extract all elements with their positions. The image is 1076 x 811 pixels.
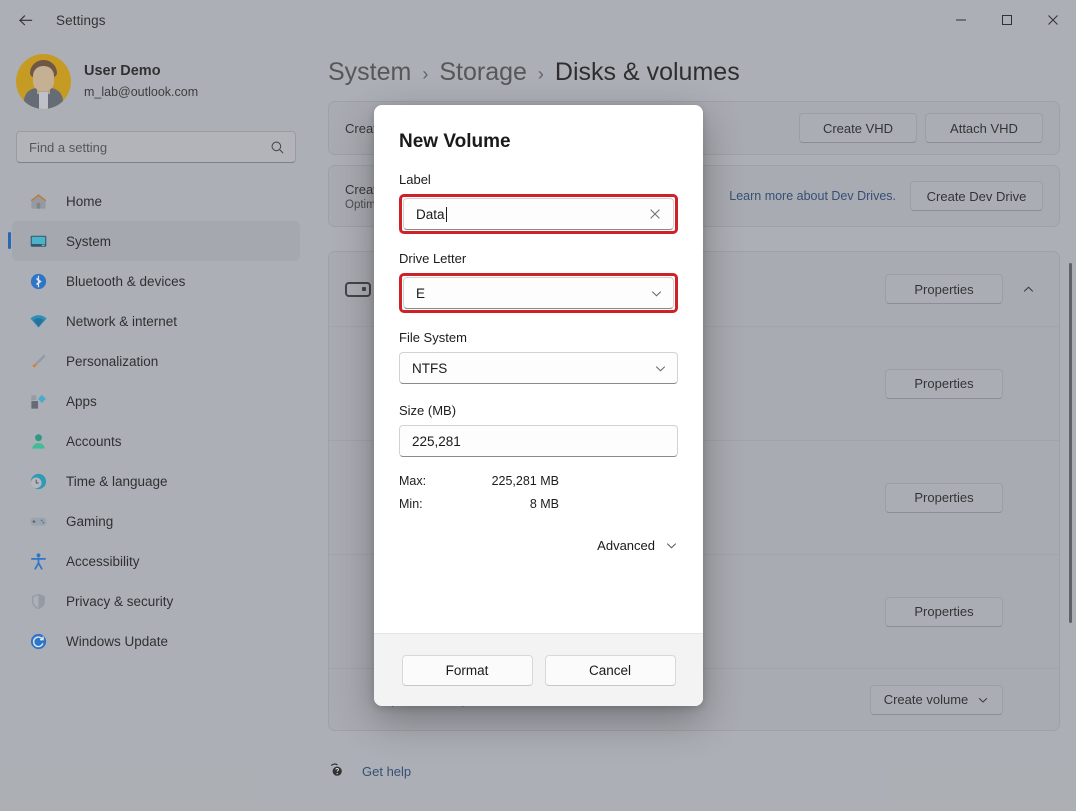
file-system-label: File System bbox=[399, 330, 678, 345]
drive-letter-label: Drive Letter bbox=[399, 251, 678, 266]
max-value: 225,281 MB bbox=[453, 474, 559, 488]
drive-letter-value: E bbox=[416, 286, 650, 301]
min-value: 8 MB bbox=[453, 497, 559, 511]
drive-letter-highlight: E bbox=[399, 273, 678, 313]
file-system-value: NTFS bbox=[412, 361, 654, 376]
file-system-wrap: NTFS bbox=[399, 352, 678, 384]
file-system-field-group: File System NTFS bbox=[399, 330, 678, 384]
label-field-group: Label Data bbox=[399, 172, 678, 234]
format-button[interactable]: Format bbox=[402, 655, 533, 686]
chevron-down-icon bbox=[665, 539, 678, 552]
size-value: 225,281 bbox=[412, 434, 667, 449]
label-field-label: Label bbox=[399, 172, 678, 187]
size-input[interactable]: 225,281 bbox=[399, 425, 678, 457]
chevron-down-icon bbox=[654, 362, 667, 375]
size-limits: Max: 225,281 MB Min: 8 MB bbox=[399, 474, 678, 511]
drive-letter-select[interactable]: E bbox=[403, 277, 674, 309]
dialog-footer: Format Cancel bbox=[374, 633, 703, 706]
advanced-label: Advanced bbox=[597, 538, 655, 553]
chevron-down-icon bbox=[650, 287, 663, 300]
max-key: Max: bbox=[399, 474, 453, 488]
file-system-select[interactable]: NTFS bbox=[399, 352, 678, 384]
size-wrap: 225,281 bbox=[399, 425, 678, 457]
size-label: Size (MB) bbox=[399, 403, 678, 418]
new-volume-dialog: New Volume Label Data Drive Letter bbox=[374, 105, 703, 706]
close-icon[interactable] bbox=[647, 206, 663, 222]
settings-window: Settings bbox=[0, 0, 1076, 811]
label-input[interactable]: Data bbox=[403, 198, 674, 230]
dialog-body: New Volume Label Data Drive Letter bbox=[374, 105, 703, 633]
dialog-title: New Volume bbox=[399, 131, 678, 153]
drive-letter-field-group: Drive Letter E bbox=[399, 251, 678, 313]
min-key: Min: bbox=[399, 497, 453, 511]
label-field-highlight: Data bbox=[399, 194, 678, 234]
cancel-button[interactable]: Cancel bbox=[545, 655, 676, 686]
advanced-toggle[interactable]: Advanced bbox=[399, 538, 678, 553]
label-input-value: Data bbox=[416, 207, 445, 222]
text-caret bbox=[446, 207, 447, 222]
size-field-group: Size (MB) 225,281 bbox=[399, 403, 678, 457]
